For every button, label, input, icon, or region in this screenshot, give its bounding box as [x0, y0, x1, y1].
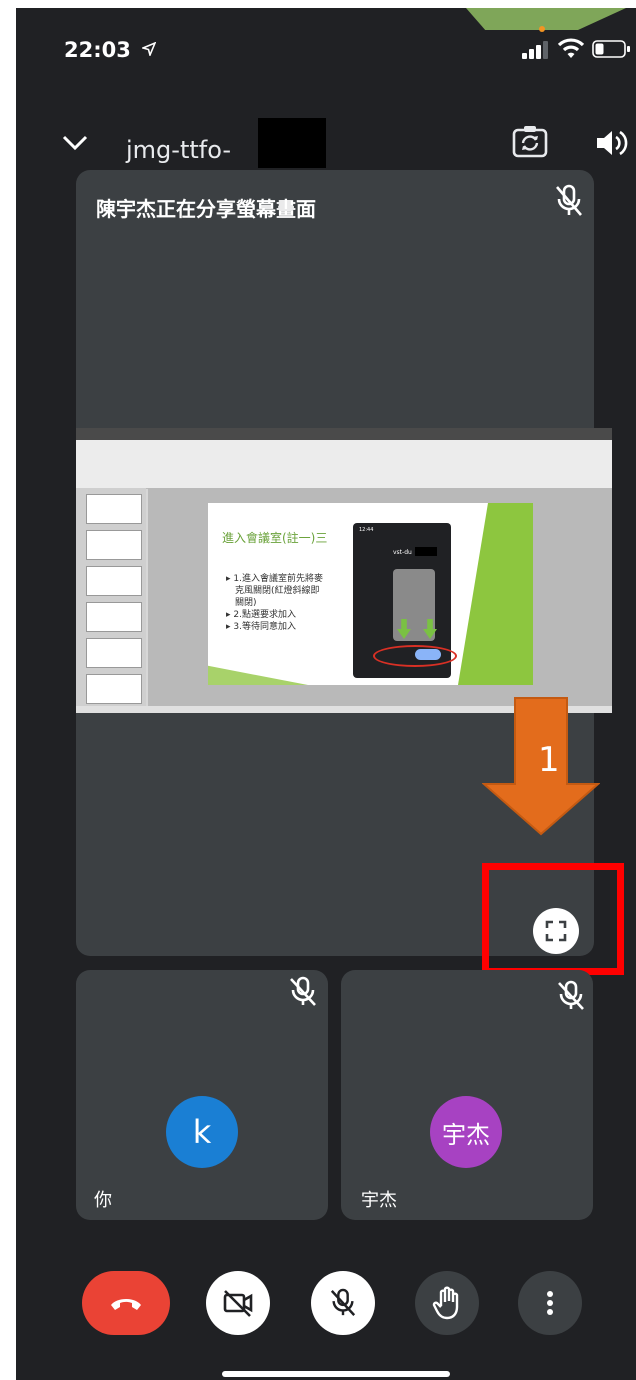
- more-vert-icon: [547, 1291, 553, 1315]
- avatar-yujie-initial: 宇杰: [442, 1120, 490, 1149]
- battery-icon: [592, 40, 630, 58]
- participant-name-yujie: 宇杰: [361, 1186, 397, 1212]
- participant-name-yujie-text: 宇杰: [361, 1190, 397, 1211]
- slide-green-shape-light: [208, 665, 308, 685]
- slide-thumbnail: [86, 638, 142, 668]
- meet-call-screen: 22:03 jmg-ttfo- 陳宇杰正在分享螢幕畫面 進入會議室(註一)三 ▸…: [16, 8, 636, 1380]
- powerpoint-ribbon: [76, 440, 612, 489]
- slide-thumbnail: [86, 674, 142, 704]
- slide-bullet: ▸ 1.進入會議室前先將麥: [226, 574, 323, 584]
- participant-name-self-text: 你: [94, 1190, 112, 1211]
- slide-phone-time: 12:44: [359, 527, 374, 533]
- slide-bullet-text: 3.等待同意加入: [233, 622, 296, 632]
- meeting-code-text: jmg-ttfo-: [126, 136, 231, 164]
- participant-name-self: 你: [94, 1186, 112, 1212]
- chevron-down-icon[interactable]: [62, 134, 88, 152]
- slide-thumbnail: [86, 530, 142, 560]
- slide-bullet: 關閉): [226, 597, 323, 609]
- mic-toggle-button[interactable]: [311, 1271, 375, 1335]
- end-call-button[interactable]: [82, 1271, 170, 1335]
- presenter-caption: 陳宇杰正在分享螢幕畫面: [96, 193, 316, 222]
- mic-off-icon: [290, 976, 316, 1006]
- slide-bullet: 克風關閉(紅燈斜線即: [226, 585, 323, 597]
- camera-toggle-button[interactable]: [206, 1271, 270, 1335]
- slide-phone-code: vst-du: [393, 549, 412, 556]
- slide-title: 進入會議室(註一)三: [222, 531, 328, 545]
- camera-off-icon: [223, 1290, 253, 1317]
- slide-bullet-text: 2.點選要求加入: [233, 610, 296, 620]
- mic-off-icon: [330, 1288, 356, 1316]
- slide-bullet-text: 克風關閉(紅燈斜線即: [235, 586, 320, 596]
- annotation-highlight-box: [482, 863, 624, 975]
- background-decoration: [466, 8, 626, 30]
- slide-thumbnail: [86, 566, 142, 596]
- more-options-button[interactable]: [518, 1271, 582, 1335]
- mic-in-use-indicator: [539, 26, 545, 32]
- slide-bullet: ▸ 2.點選要求加入: [226, 610, 296, 620]
- status-time-text: 22:03: [64, 38, 131, 62]
- powerpoint-titlebar: [76, 428, 612, 440]
- shared-screen: 進入會議室(註一)三 ▸ 1.進入會議室前先將麥 克風關閉(紅燈斜線即 關閉) …: [76, 428, 612, 713]
- mic-off-icon: [556, 184, 582, 216]
- redaction-block: [258, 118, 326, 168]
- phone-hangup-icon: [111, 1299, 141, 1310]
- slide-bullet-text: 關閉): [235, 598, 257, 608]
- slide-phone-redact: [415, 547, 437, 556]
- slide-bullets: ▸ 1.進入會議室前先將麥 克風關閉(紅燈斜線即 關閉) ▸ 2.點選要求加入 …: [226, 573, 323, 633]
- slide-bullet-text: 1.進入會議室前先將麥: [233, 574, 323, 584]
- annotation-step-number: 1: [538, 740, 560, 780]
- slide-bullet: ▸ 3.等待同意加入: [226, 622, 296, 632]
- slide-thumbnail: [86, 602, 142, 632]
- mic-off-icon: [558, 980, 584, 1010]
- speaker-icon[interactable]: [594, 128, 630, 158]
- avatar-self-initial: k: [192, 1113, 212, 1151]
- wifi-icon: [558, 38, 584, 58]
- raise-hand-button[interactable]: [415, 1271, 479, 1335]
- status-time: 22:03: [64, 38, 157, 62]
- meeting-code: jmg-ttfo-: [126, 136, 231, 164]
- location-arrow-icon: [140, 41, 157, 58]
- raise-hand-icon: [432, 1286, 459, 1320]
- status-indicators: [522, 36, 634, 62]
- slide-green-shape: [458, 503, 533, 685]
- avatar-yujie: 宇杰: [430, 1096, 502, 1168]
- avatar-self: k: [166, 1096, 238, 1168]
- home-indicator: [222, 1371, 450, 1377]
- slide: 進入會議室(註一)三 ▸ 1.進入會議室前先將麥 克風關閉(紅燈斜線即 關閉) …: [208, 503, 533, 685]
- signal-icon: [522, 41, 548, 59]
- slide-thumbnail: [86, 494, 142, 524]
- slide-phone-screenshot: 12:44 vst-du: [353, 523, 457, 678]
- switch-camera-icon[interactable]: [512, 124, 548, 158]
- slide-join-pill: [415, 649, 441, 660]
- presenter-caption-text: 陳宇杰正在分享螢幕畫面: [96, 197, 316, 221]
